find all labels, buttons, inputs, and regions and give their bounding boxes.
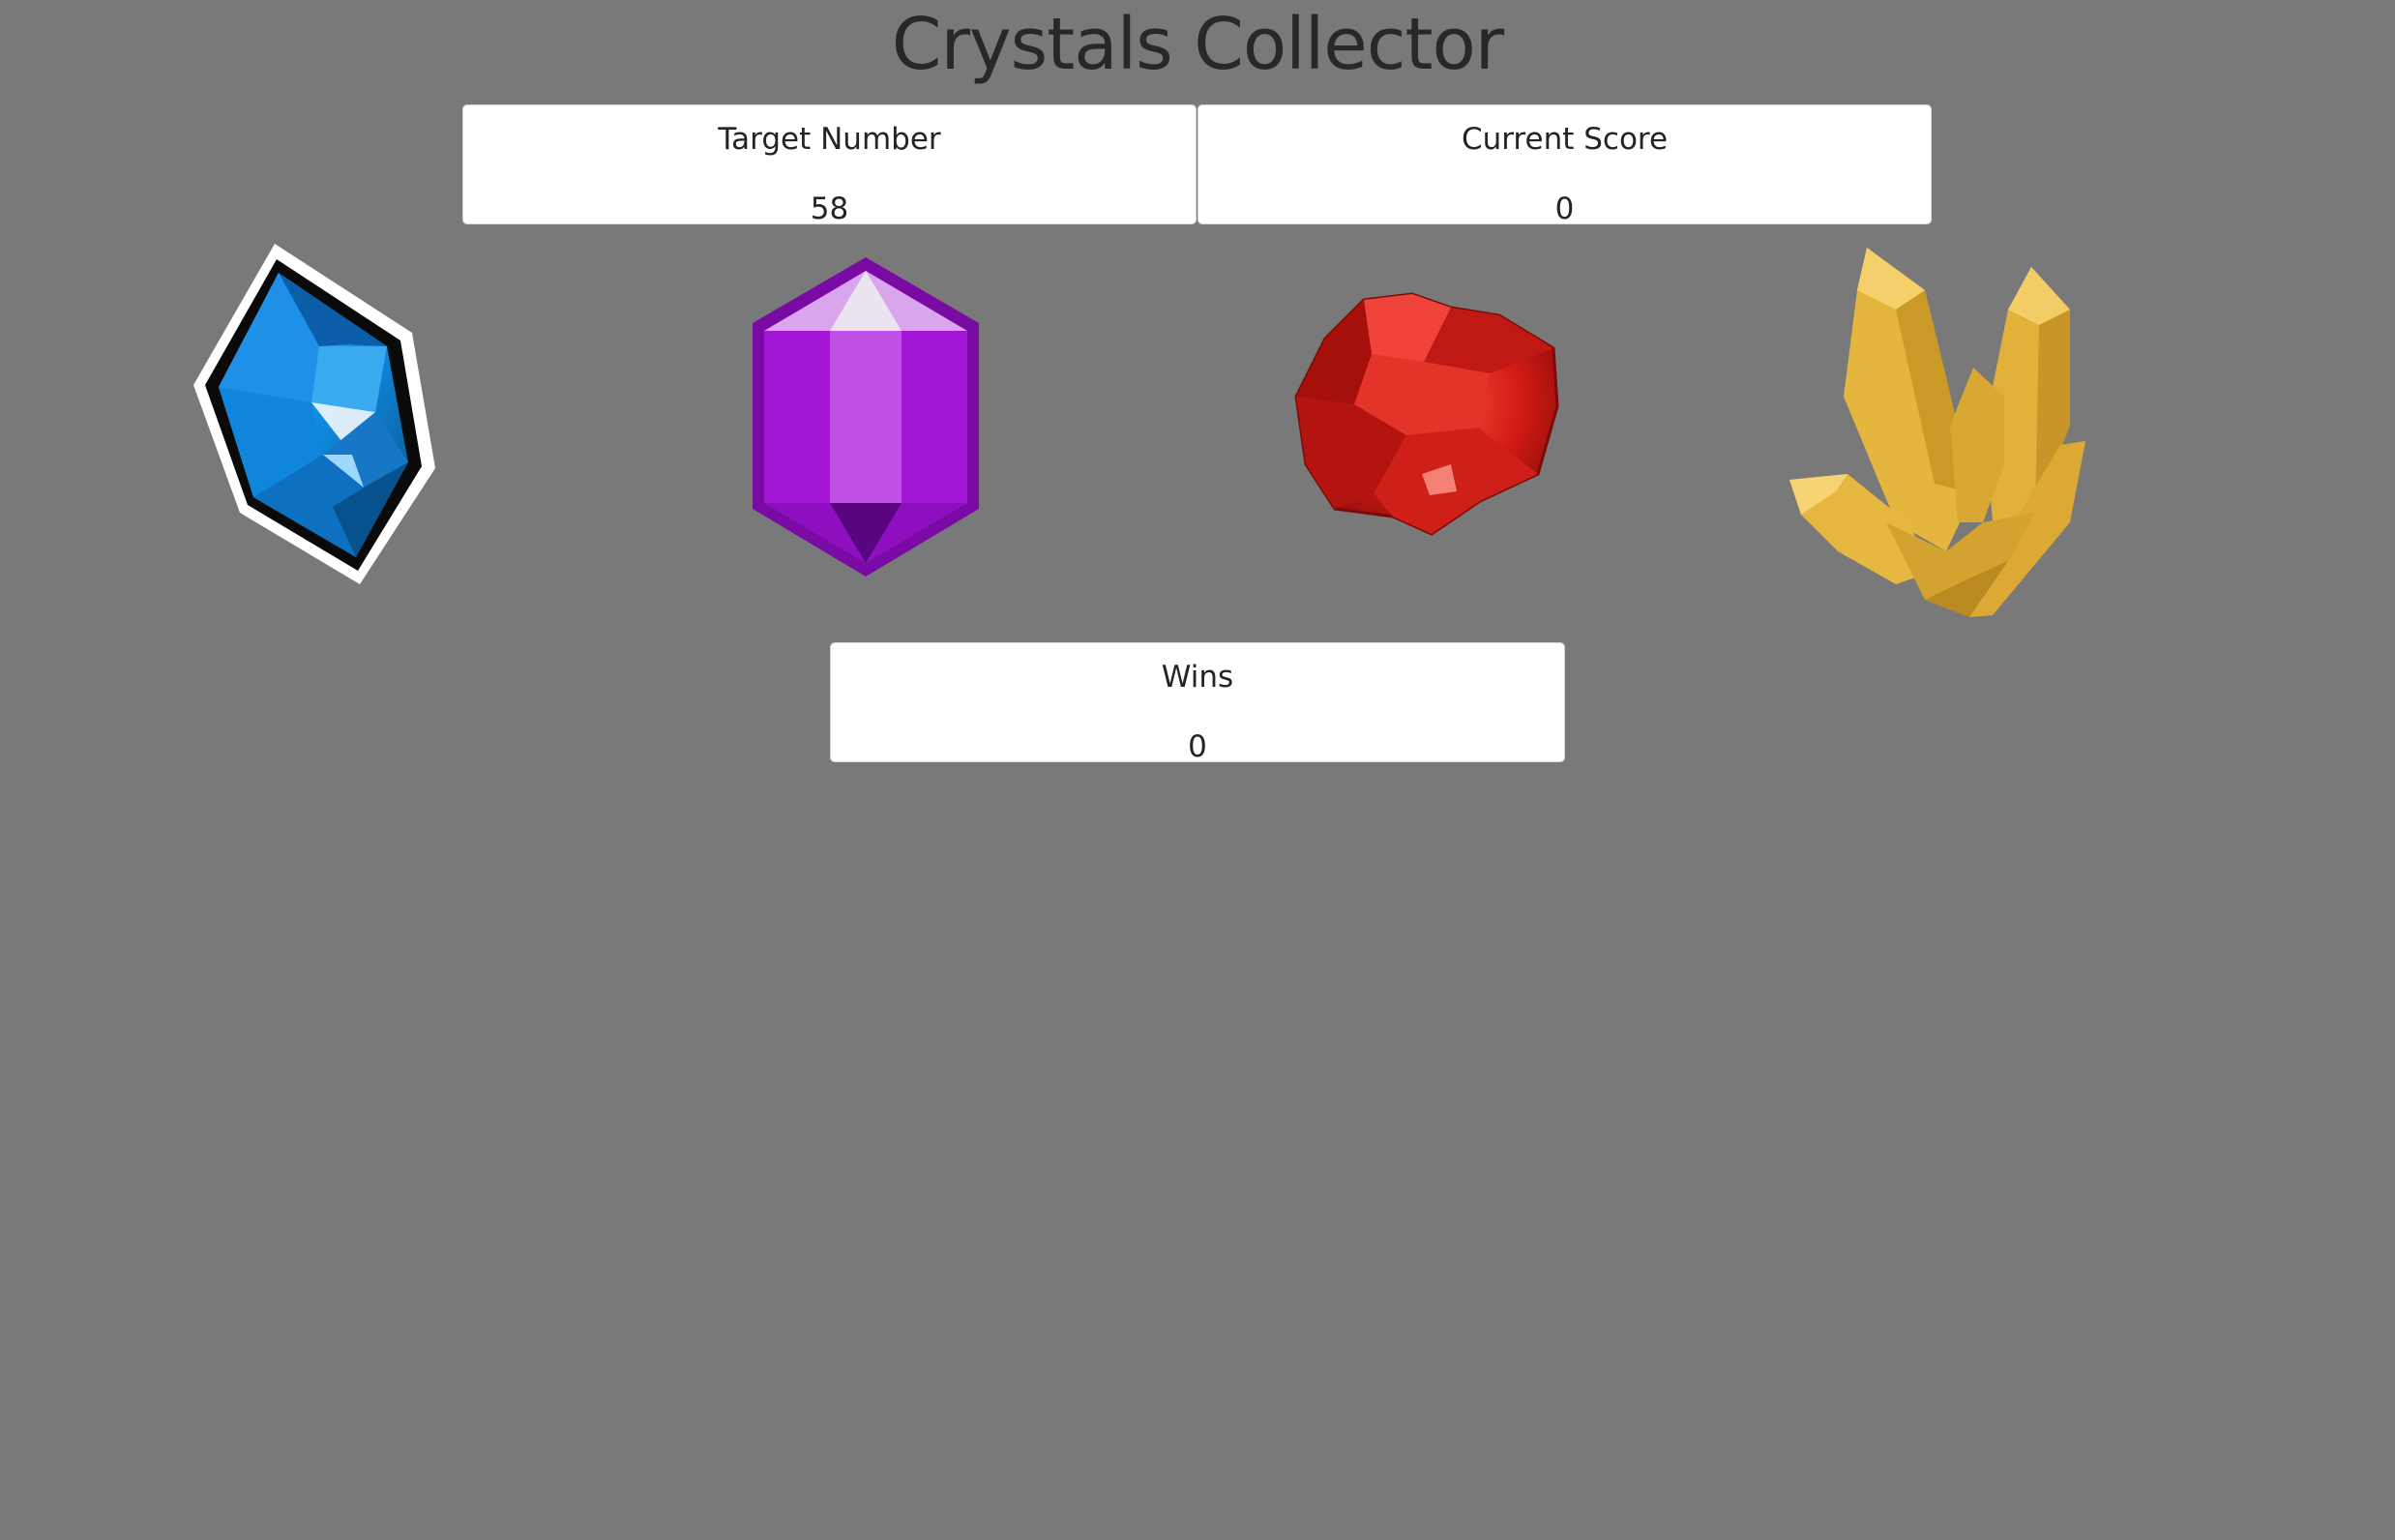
red-crystal-button[interactable] bbox=[1257, 281, 1577, 561]
target-number-value: 58 bbox=[810, 192, 849, 226]
wins-label: Wins bbox=[1161, 660, 1234, 695]
blue-crystal-button[interactable] bbox=[133, 230, 501, 607]
blue-crystal-icon bbox=[193, 244, 435, 584]
purple-crystal-button[interactable] bbox=[677, 230, 1054, 607]
current-score-value: 0 bbox=[1554, 192, 1575, 226]
purple-crystal-icon bbox=[753, 257, 979, 577]
wins-value: 0 bbox=[1188, 729, 1207, 764]
current-score-card: Current Score 0 bbox=[1198, 104, 1932, 226]
target-number-label: Target Number bbox=[718, 122, 941, 157]
wins-card: Wins 0 bbox=[830, 642, 1565, 764]
page-title: Crystals Collector bbox=[891, 3, 1504, 86]
yellow-crystal-button[interactable] bbox=[1780, 232, 2128, 629]
red-crystal-icon bbox=[1294, 292, 1559, 536]
current-score-label: Current Score bbox=[1461, 122, 1669, 157]
target-number-card: Target Number 58 bbox=[462, 104, 1197, 226]
yellow-crystal-icon bbox=[1789, 248, 2085, 617]
